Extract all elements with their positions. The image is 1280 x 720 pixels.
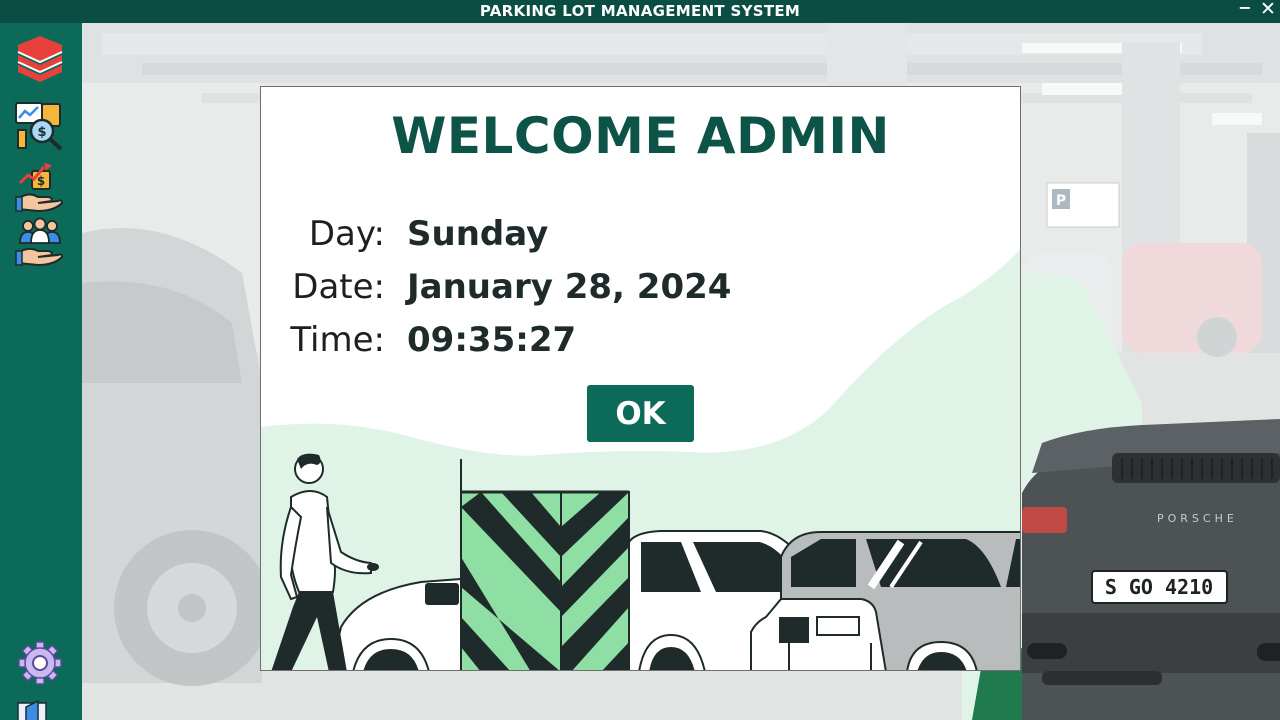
sidebar-item-reports[interactable]: $ xyxy=(14,100,66,152)
layers-icon xyxy=(17,36,63,82)
ok-button[interactable]: OK xyxy=(587,385,694,442)
day-label: Day: xyxy=(308,214,385,254)
sidebar-item-revenue[interactable]: $ xyxy=(14,161,66,213)
svg-text:$: $ xyxy=(37,125,46,140)
sidebar: $ $ xyxy=(0,23,82,720)
date-value: January 28, 2024 xyxy=(407,267,732,307)
date-label: Date: xyxy=(292,267,385,307)
porsche-badge-text: PORSCHE xyxy=(1157,512,1238,525)
sidebar-item-settings[interactable] xyxy=(16,639,64,687)
minimize-button[interactable]: − xyxy=(1236,0,1254,20)
svg-text:P: P xyxy=(1056,193,1066,209)
sidebar-item-staff[interactable] xyxy=(14,217,66,269)
staff-management-icon xyxy=(15,217,64,267)
revenue-hand-icon: $ xyxy=(15,163,64,213)
window-title: PARKING LOT MANAGEMENT SYSTEM xyxy=(479,2,801,20)
time-value: 09:35:27 xyxy=(407,320,577,360)
license-plate-text: S GO 4210 xyxy=(1105,575,1213,599)
analytics-report-icon: $ xyxy=(15,102,63,151)
close-button[interactable]: ✕ xyxy=(1258,0,1278,20)
settings-gear-icon xyxy=(18,641,62,685)
logout-door-icon xyxy=(17,699,47,720)
day-value: Sunday xyxy=(407,214,549,254)
title-bar: PARKING LOT MANAGEMENT SYSTEM − ✕ xyxy=(0,0,1280,23)
time-label: Time: xyxy=(290,320,385,360)
sidebar-item-dashboard[interactable] xyxy=(14,35,66,87)
parking-illustration xyxy=(261,249,1020,670)
sidebar-item-logout[interactable] xyxy=(16,699,64,720)
welcome-dialog: WELCOME ADMIN Day: Sunday Date: January … xyxy=(260,86,1021,671)
welcome-heading: WELCOME ADMIN xyxy=(391,107,890,165)
